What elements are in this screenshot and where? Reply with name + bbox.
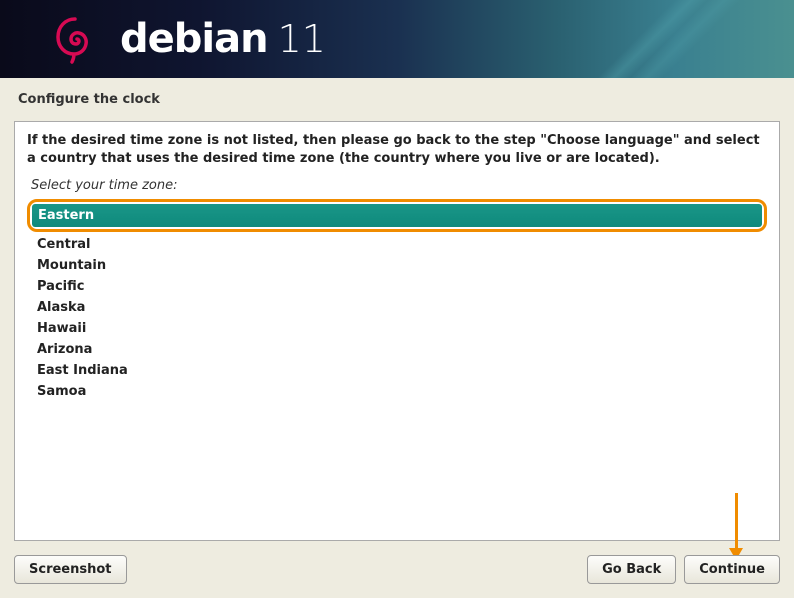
timezone-option-alaska[interactable]: Alaska [27, 297, 767, 318]
button-bar: Screenshot Go Back Continue [14, 555, 780, 584]
right-button-group: Go Back Continue [587, 555, 780, 584]
timezone-option-pacific[interactable]: Pacific [27, 276, 767, 297]
instruction-text: If the desired time zone is not listed, … [27, 132, 767, 168]
timezone-listbox-rest[interactable]: Central Mountain Pacific Alaska Hawaii A… [27, 232, 767, 404]
screenshot-button[interactable]: Screenshot [14, 555, 127, 584]
page-title: Configure the clock [0, 78, 794, 113]
timezone-option-central[interactable]: Central [27, 234, 767, 255]
timezone-option-eastern[interactable]: Eastern [32, 204, 762, 227]
left-button-group: Screenshot [14, 555, 127, 584]
debian-swirl-icon [50, 14, 100, 64]
timezone-listbox[interactable]: Eastern [32, 204, 762, 227]
continue-button[interactable]: Continue [684, 555, 780, 584]
timezone-option-samoa[interactable]: Samoa [27, 381, 767, 402]
timezone-option-east-indiana[interactable]: East Indiana [27, 360, 767, 381]
go-back-button[interactable]: Go Back [587, 555, 676, 584]
brand-name: debian [120, 16, 268, 62]
version-number: 11 [278, 17, 326, 61]
timezone-option-hawaii[interactable]: Hawaii [27, 318, 767, 339]
prompt-label: Select your time zone: [31, 178, 767, 193]
installer-header: debian 11 [0, 0, 794, 78]
timezone-option-mountain[interactable]: Mountain [27, 255, 767, 276]
content-panel: If the desired time zone is not listed, … [14, 121, 780, 541]
timezone-option-arizona[interactable]: Arizona [27, 339, 767, 360]
selected-highlight-annotation: Eastern [27, 199, 767, 232]
